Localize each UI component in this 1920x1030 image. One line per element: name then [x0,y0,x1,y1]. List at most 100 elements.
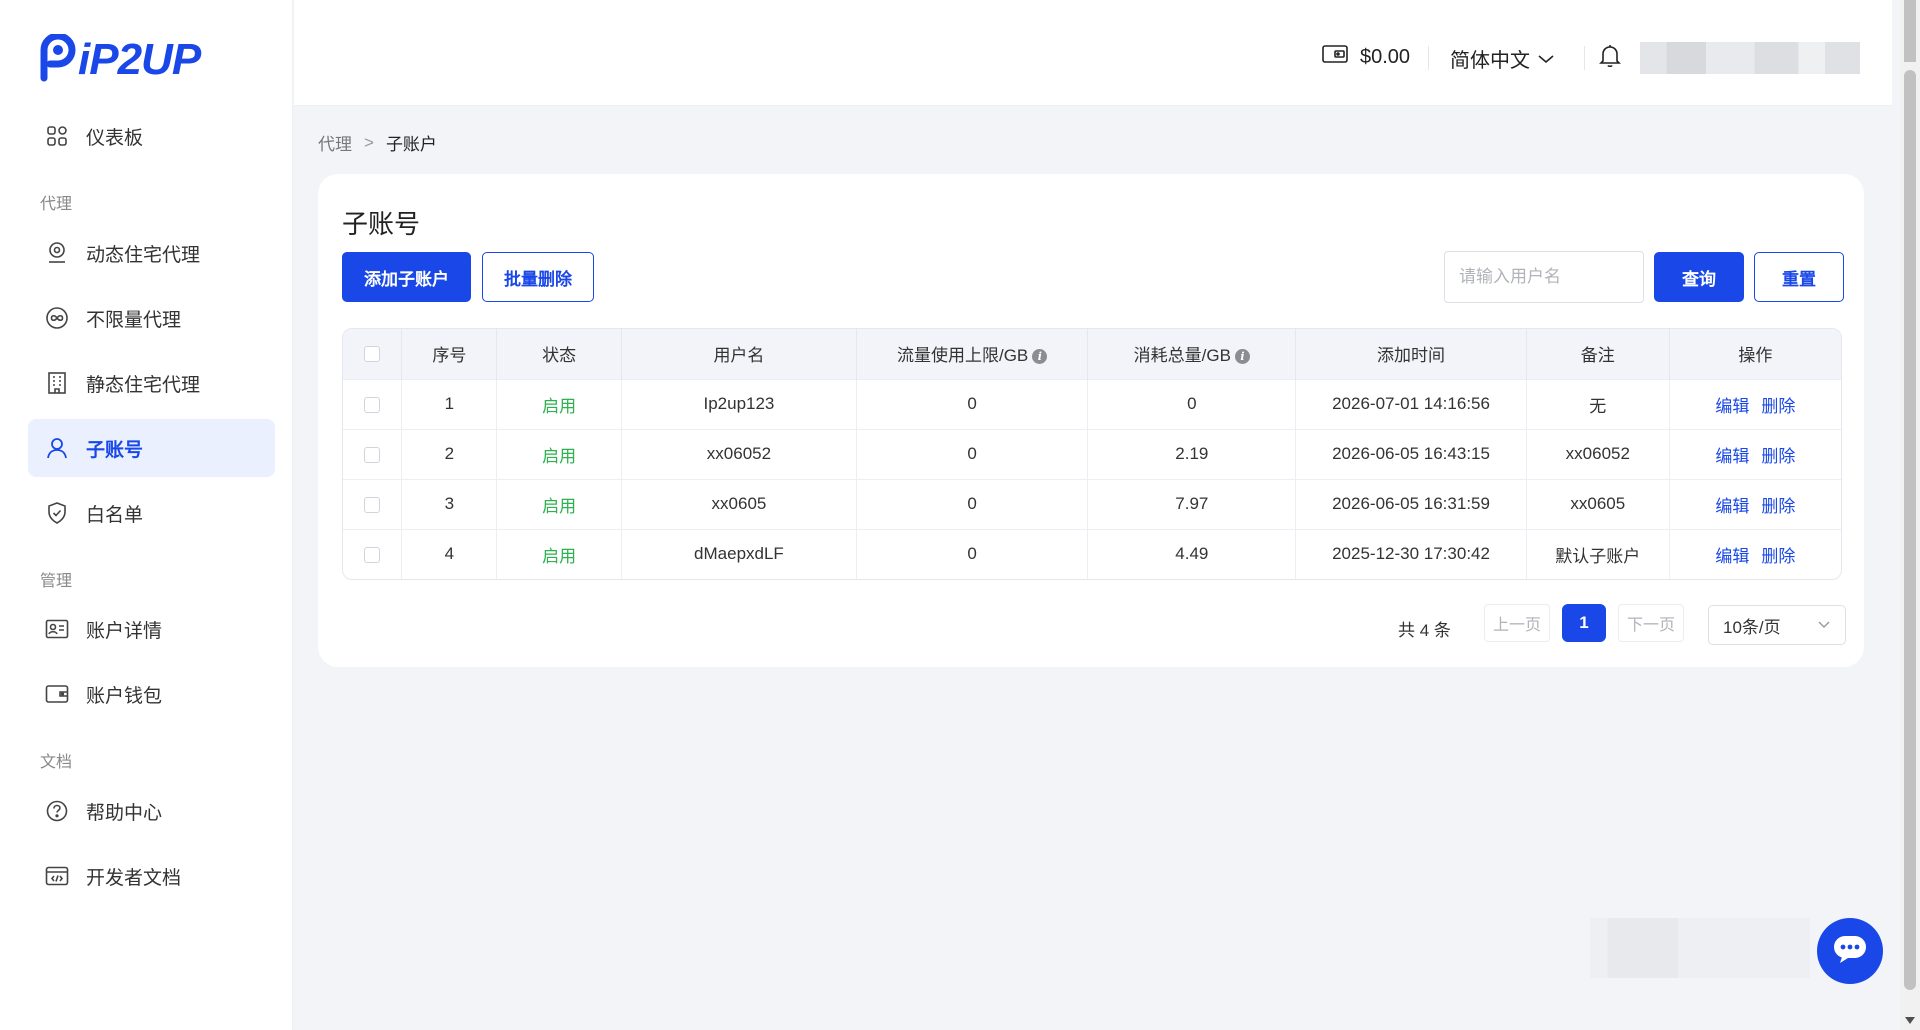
cell-total-used: 0 [1087,378,1297,429]
edit-link[interactable]: 编辑 [1715,397,1749,416]
cell-username: Ip2up123 [621,378,857,429]
sidebar-item-unlimited[interactable]: 不限量代理 [28,289,275,347]
row-checkbox-cell[interactable] [343,528,403,579]
delete-link[interactable]: 删除 [1761,447,1795,466]
delete-link[interactable]: 删除 [1761,497,1795,516]
cell-actions: 编辑 删除 [1669,528,1841,579]
language-select[interactable]: 简体中文 [1450,44,1554,73]
chat-support-button[interactable] [1817,918,1883,984]
page-number-current[interactable]: 1 [1562,604,1606,642]
code-doc-icon [44,863,70,889]
id-card-icon [44,616,70,642]
logo[interactable]: iP2UP [36,34,201,86]
cell-remark: xx0605 [1526,478,1670,529]
table-row: 2 启用 xx06052 0 2.19 2026-06-05 16:43:15 … [343,428,1841,479]
info-icon[interactable]: i [1234,349,1250,365]
page-title: 子账号 [342,209,421,239]
cell-index: 1 [401,378,498,429]
cell-total-used: 4.49 [1087,528,1297,579]
add-sub-account-button[interactable]: 添加子账户 [342,252,471,302]
nav-section-docs: 文档 [40,754,73,771]
dashboard-icon [44,123,70,149]
watermark-blurred [1590,918,1810,978]
chevron-down-icon [1538,47,1554,70]
scrollbar-top-segment [1904,0,1916,62]
cell-actions: 编辑 删除 [1669,478,1841,529]
pagination-total: 共 4 条 [1398,621,1451,640]
divider [1584,46,1585,70]
username-search-input[interactable] [1444,251,1644,303]
sidebar-item-label: 仪表板 [86,127,144,149]
edit-link[interactable]: 编辑 [1715,497,1749,516]
cell-status: 启用 [496,528,623,579]
breadcrumb-parent[interactable]: 代理 [318,130,352,155]
cell-traffic-limit: 0 [856,378,1089,429]
cell-status: 启用 [496,478,623,529]
table-header-row: 序号 状态 用户名 流量使用上限/GB i 消耗总量/GB i 添加时间 备注 操作 [343,329,1841,379]
column-header-status: 状态 [496,329,623,379]
edit-link[interactable]: 编辑 [1715,547,1749,566]
column-header-total-used: 消耗总量/GB i [1087,329,1297,379]
cell-status: 启用 [496,378,623,429]
row-checkbox[interactable] [364,496,381,513]
table-row: 4 启用 dMaepxdLF 0 4.49 2025-12-30 17:30:4… [343,528,1841,579]
row-checkbox[interactable] [364,546,381,563]
query-button[interactable]: 查询 [1654,252,1744,302]
sidebar-item-sub-accounts[interactable]: 子账号 [28,419,275,477]
help-circle-icon [44,798,70,824]
cell-username: xx06052 [621,428,857,479]
sidebar-item-developer-docs[interactable]: 开发者文档 [28,847,275,905]
page-size-select[interactable]: 10条/页 [1708,605,1846,645]
cell-remark: xx06052 [1526,428,1670,479]
nav-section-manage: 管理 [40,573,73,590]
column-header-label: 消耗总量/GB [1133,346,1231,366]
column-header-traffic-limit: 流量使用上限/GB i [856,329,1089,379]
sidebar-item-account-wallet[interactable]: 账户钱包 [28,665,275,723]
cell-username: xx0605 [621,478,857,529]
row-checkbox[interactable] [364,396,381,413]
cell-username: dMaepxdLF [621,528,857,579]
wallet-balance[interactable]: $0.00 [1322,44,1410,70]
cell-remark: 无 [1526,378,1670,429]
select-all-checkbox[interactable] [364,346,381,363]
sidebar-item-label: 帮助中心 [86,802,163,824]
info-icon[interactable]: i [1032,349,1048,365]
sidebar-item-dashboard[interactable]: 仪表板 [28,107,275,165]
cell-remark: 默认子账户 [1526,528,1670,579]
row-checkbox-cell[interactable] [343,478,403,529]
sidebar-item-static-residential[interactable]: 静态住宅代理 [28,354,275,412]
sidebar-item-account-details[interactable]: 账户详情 [28,600,275,658]
row-checkbox-cell[interactable] [343,428,403,479]
cell-traffic-limit: 0 [856,528,1089,579]
row-checkbox-cell[interactable] [343,378,403,429]
sidebar-item-label: 账户详情 [86,620,163,642]
scroll-down-arrow-icon[interactable] [1905,1017,1915,1024]
sidebar-item-help-center[interactable]: 帮助中心 [28,782,275,840]
batch-delete-button[interactable]: 批量删除 [482,252,594,302]
scrollbar-thumb[interactable] [1904,70,1916,990]
next-page-button[interactable]: 下一页 [1618,604,1684,642]
reset-button[interactable]: 重置 [1754,252,1844,302]
select-all-checkbox-cell[interactable] [343,329,403,379]
bell-icon[interactable] [1599,44,1621,73]
logo-text: iP2UP [78,35,201,84]
edit-link[interactable]: 编辑 [1715,447,1749,466]
user-profile-blurred[interactable] [1640,42,1860,74]
cell-total-used: 2.19 [1087,428,1297,479]
delete-link[interactable]: 删除 [1761,547,1795,566]
sidebar-item-whitelist[interactable]: 白名单 [28,484,275,542]
page-scrollbar[interactable] [1900,0,1920,1030]
sidebar-item-label: 开发者文档 [86,867,182,889]
building-icon [44,370,70,396]
row-checkbox[interactable] [364,446,381,463]
cell-created-time: 2026-06-05 16:43:15 [1295,428,1527,479]
language-label: 简体中文 [1450,50,1530,72]
sidebar-item-dynamic-residential[interactable]: 动态住宅代理 [28,224,275,282]
delete-link[interactable]: 删除 [1761,397,1795,416]
prev-page-button[interactable]: 上一页 [1484,604,1550,642]
location-pin-icon [44,240,70,266]
divider [1428,46,1429,70]
sub-accounts-card: 子账号 添加子账户 批量删除 查询 重置 序号 状态 用户名 流量使用上限/GB… [318,174,1864,667]
sidebar-item-label: 子账号 [86,439,144,461]
top-bar: $0.00 简体中文 [294,0,1892,106]
